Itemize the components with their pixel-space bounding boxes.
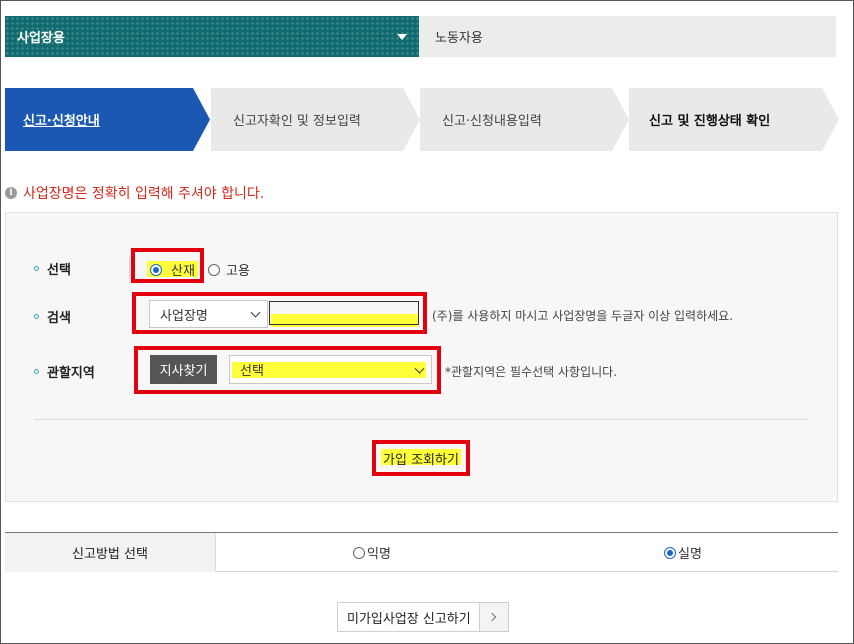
radio-sanjae[interactable]: 산재 (150, 260, 195, 279)
region-select-value: 선택 (240, 364, 264, 379)
progress-steps: 신고·신청안내 신고자확인 및 정보입력 신고·신청내용입력 신고 및 진행상태… (5, 88, 839, 151)
notice: i 사업장명은 정확히 입력해 주셔야 합니다. (5, 183, 264, 203)
highlight-box (372, 440, 470, 476)
row-divider (129, 257, 130, 279)
report-unregistered-button[interactable]: 미가입사업장 신고하기 (337, 602, 509, 632)
notice-text: 사업장명은 정확히 입력해 주셔야 합니다. (23, 186, 265, 202)
region-row-label-text: 관할지역 (47, 366, 95, 381)
step-guide-label: 신고·신청안내 (23, 114, 100, 129)
bullet-icon (34, 314, 39, 319)
search-row-label: 검색 (34, 307, 71, 326)
step-guide[interactable]: 신고·신청안내 (5, 88, 210, 151)
radio-anonymous[interactable]: 익명 (353, 533, 391, 572)
radio-realname-circle[interactable] (664, 546, 676, 559)
region-row-label: 관할지역 (34, 362, 95, 381)
radio-realname[interactable]: 실명 (664, 533, 702, 572)
tab-business-label: 사업장용 (17, 31, 65, 46)
report-unregistered-label: 미가입사업장 신고하기 (338, 603, 480, 631)
select-row-label-text: 선택 (47, 263, 71, 278)
bullet-icon (34, 266, 39, 271)
radio-goyong-label: 고용 (226, 264, 250, 279)
step-status-check: 신고 및 진행상태 확인 (629, 88, 839, 151)
search-help-text: (주)를 사용하지 마시고 사업장명을 두글자 이상 입력하세요. (432, 309, 734, 323)
radio-sanjae-label: 산재 (171, 264, 195, 279)
step-content-input-label: 신고·신청내용입력 (442, 114, 542, 129)
radio-anonymous-label: 익명 (367, 547, 391, 562)
form-divider (34, 419, 808, 420)
search-form-panel: 선택 산재 고용 검색 사업장명 (주)를 사용하지 마시고 사업장명을 두글자… (5, 212, 838, 502)
step-identity-info-label: 신고자확인 및 정보입력 (233, 114, 361, 129)
report-method-label: 신고방법 선택 (5, 533, 216, 572)
info-icon: i (5, 187, 17, 199)
report-method-row: 신고방법 선택 익명 실명 (5, 532, 838, 572)
select-row-label: 선택 (34, 259, 71, 278)
highlight-box (132, 292, 427, 334)
tab-business[interactable]: 사업장용 (5, 16, 419, 57)
bullet-icon (34, 369, 39, 374)
chevron-right-icon (479, 603, 508, 631)
region-help-text: *관할지역은 필수선택 사항입니다. (445, 365, 618, 379)
radio-realname-label: 실명 (678, 547, 702, 562)
step-content-input: 신고·신청내용입력 (420, 88, 629, 151)
radio-goyong-circle[interactable] (208, 263, 220, 276)
radio-sanjae-circle[interactable] (150, 263, 162, 276)
step-status-check-label: 신고 및 진행상태 확인 (649, 114, 771, 129)
search-row-label-text: 검색 (47, 311, 71, 326)
user-type-tabs: 사업장용 노동자용 (5, 16, 836, 57)
caret-down-icon (397, 33, 407, 40)
tab-worker-label: 노동자용 (435, 31, 483, 46)
radio-anonymous-circle[interactable] (353, 546, 365, 559)
step-identity-info: 신고자확인 및 정보입력 (211, 88, 420, 151)
radio-goyong[interactable]: 고용 (208, 260, 250, 279)
highlight-box (134, 346, 441, 394)
tab-worker[interactable]: 노동자용 (419, 16, 836, 57)
